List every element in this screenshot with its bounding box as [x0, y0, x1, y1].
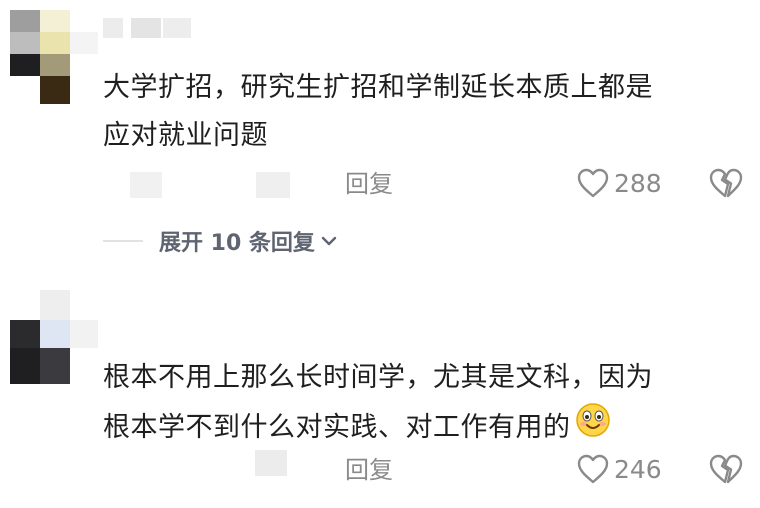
avatar-2[interactable]: [0, 290, 100, 390]
comment-2-text: 根本不用上那么长时间学，尤其是文科，因为 根本学不到什么对实践、对工作有用的: [103, 354, 743, 454]
comment-2-like-count: 246: [614, 455, 662, 484]
comment-2-line-1: 根本不用上那么长时间学，尤其是文科，因为: [103, 362, 653, 393]
comment-1-line-1: 大学扩招，研究生扩招和学制延长本质上都是: [103, 72, 653, 103]
chevron-down-icon: [321, 232, 337, 251]
comment-1-like-count: 288: [614, 169, 662, 198]
divider-line: [103, 240, 143, 242]
comment-2-line-2-text: 根本学不到什么对实践、对工作有用的: [103, 412, 571, 443]
username-1[interactable]: [103, 14, 193, 42]
comment-2-meta: [255, 448, 295, 478]
comment-2-reply-button[interactable]: 回复: [345, 455, 393, 485]
avatar-1[interactable]: [0, 0, 100, 110]
expand-replies-button[interactable]: 展开 10 条回复: [103, 226, 337, 256]
heart-icon[interactable]: [576, 453, 610, 489]
comment-1-meta: [130, 168, 300, 200]
broken-heart-icon[interactable]: [708, 167, 744, 203]
comment-1-reply-button[interactable]: 回复: [345, 169, 393, 199]
comment-1-line-2: 应对就业问题: [103, 120, 268, 151]
heart-icon[interactable]: [576, 167, 610, 203]
smiling-emoji-icon: [575, 402, 611, 454]
comment-2-line-2: 根本学不到什么对实践、对工作有用的: [103, 402, 743, 454]
expand-replies-label: 展开 10 条回复: [159, 231, 315, 256]
comment-1-text: 大学扩招，研究生扩招和学制延长本质上都是 应对就业问题: [103, 64, 743, 160]
broken-heart-icon[interactable]: [708, 453, 744, 489]
